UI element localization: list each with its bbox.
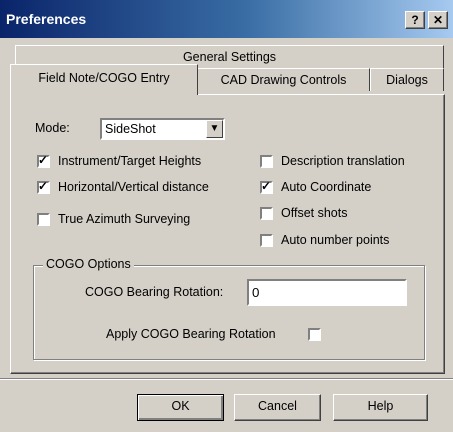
checkbox-auto-number-points[interactable] <box>260 234 273 247</box>
cogo-options-title: COGO Options <box>43 257 134 271</box>
mode-value: SideShot <box>105 122 156 136</box>
apply-cogo-bearing-rotation-label: Apply COGO Bearing Rotation <box>106 327 276 341</box>
cogo-bearing-rotation-input[interactable] <box>247 279 407 306</box>
checkbox-label: Offset shots <box>281 206 348 220</box>
help-icon[interactable]: ? <box>405 11 425 29</box>
cancel-button[interactable]: Cancel <box>234 394 321 421</box>
checkbox-label: Auto number points <box>281 233 390 247</box>
checkbox-horizontal-vertical-distance[interactable] <box>37 181 50 194</box>
checkbox-auto-coordinate[interactable] <box>260 181 273 194</box>
checkbox-instrument-target-heights[interactable] <box>37 155 50 168</box>
cogo-bearing-rotation-label: COGO Bearing Rotation: <box>85 285 224 299</box>
window-title: Preferences <box>6 11 87 27</box>
checkbox-label: Horizontal/Vertical distance <box>58 180 209 194</box>
checkbox-label: Auto Coordinate <box>281 180 372 194</box>
chevron-down-icon[interactable]: ▼ <box>206 120 223 138</box>
checkbox-apply-cogo-bearing-rotation[interactable] <box>308 328 321 341</box>
checkbox-description-translation[interactable] <box>260 155 273 168</box>
mode-label: Mode: <box>35 121 70 135</box>
footer-divider <box>0 378 453 380</box>
mode-select[interactable]: SideShot ▼ <box>100 118 225 140</box>
tab-cad-drawing-controls[interactable]: CAD Drawing Controls <box>197 68 370 91</box>
ok-button[interactable]: OK <box>137 394 224 421</box>
checkbox-label: True Azimuth Surveying <box>58 212 191 226</box>
checkbox-offset-shots[interactable] <box>260 207 273 220</box>
checkbox-label: Description translation <box>281 154 405 168</box>
checkbox-true-azimuth-surveying[interactable] <box>37 213 50 226</box>
close-icon[interactable]: ✕ <box>428 11 448 29</box>
tab-field-note-cogo-entry[interactable]: Field Note/COGO Entry <box>10 64 198 95</box>
checkbox-label: Instrument/Target Heights <box>58 154 202 168</box>
tab-dialogs[interactable]: Dialogs <box>370 68 444 91</box>
title-bar: Preferences ? ✕ <box>0 0 453 38</box>
help-button[interactable]: Help <box>333 394 428 421</box>
